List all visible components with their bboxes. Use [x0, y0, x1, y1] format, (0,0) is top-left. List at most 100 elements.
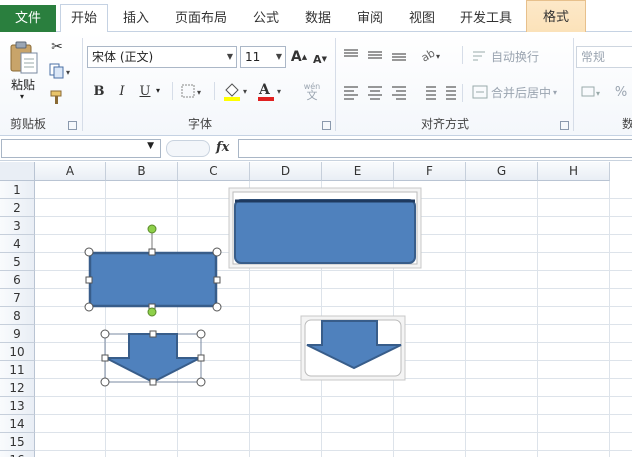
border-icon: ▾ — [181, 84, 201, 98]
number-format-value: 常规 — [581, 50, 606, 64]
tab-developer[interactable]: 开发工具 — [450, 5, 522, 32]
resize-handle[interactable] — [197, 354, 205, 362]
font-size-combo[interactable]: 11 ▼ — [240, 46, 286, 68]
resize-handle[interactable] — [212, 247, 222, 257]
wrap-text-icon — [473, 51, 485, 61]
rotate-handle[interactable] — [147, 224, 157, 234]
cut-icon[interactable]: ✂ — [48, 38, 66, 56]
italic-button[interactable]: I — [113, 82, 131, 100]
resize-handle[interactable] — [101, 354, 109, 362]
divider — [172, 82, 173, 100]
ribbon-tab-bar: 文件 开始 插入 页面布局 公式 数据 审阅 视图 开发工具 格式 — [0, 0, 632, 33]
chevron-down-icon[interactable]: ▼ — [147, 141, 154, 151]
merge-center-button[interactable]: 合并后居中 ▾ — [472, 82, 568, 102]
font-name-value: 宋体 (正文) — [92, 50, 154, 64]
resize-handle[interactable] — [148, 248, 156, 256]
copy-button[interactable]: ▾ — [48, 62, 76, 80]
paste-button[interactable] — [8, 38, 40, 78]
tab-formulas[interactable]: 公式 — [244, 5, 288, 32]
fill-color-button[interactable]: ▾ — [222, 80, 252, 102]
underline-button[interactable]: U — [136, 82, 154, 100]
tab-page-layout[interactable]: 页面布局 — [164, 5, 238, 32]
name-box[interactable]: ▼ — [1, 139, 161, 158]
clipboard-launcher-icon[interactable] — [68, 121, 77, 130]
group-separator — [573, 38, 574, 131]
grow-font-button[interactable]: A ▲ — [290, 46, 308, 68]
insert-function-button[interactable]: fx — [216, 140, 229, 155]
indent-icons[interactable] — [420, 84, 460, 102]
paste-icon — [10, 41, 38, 74]
percent-button[interactable]: % — [612, 82, 630, 102]
orientation-icon[interactable]: ab ▾ — [420, 46, 444, 64]
number-format-combo[interactable]: 常规 — [576, 46, 632, 68]
font-name-combo[interactable]: 宋体 (正文) ▼ — [87, 46, 237, 68]
alignment-launcher-icon[interactable] — [560, 121, 569, 130]
formula-input[interactable] — [238, 139, 632, 158]
accounting-format-icon[interactable]: ▾ — [580, 82, 606, 102]
framed-down-arrow-shape[interactable] — [300, 315, 406, 381]
resize-handle[interactable] — [196, 377, 206, 387]
format-painter-icon[interactable] — [48, 88, 66, 106]
paste-label: 粘贴 — [11, 78, 36, 92]
svg-text:▾: ▾ — [243, 87, 247, 96]
vertical-align-icons[interactable] — [342, 46, 408, 64]
formula-bar: ▼ fx — [0, 137, 632, 161]
font-group-label: 字体 — [187, 117, 212, 131]
paste-dropdown-icon[interactable]: ▾ — [20, 92, 24, 101]
resize-handle[interactable] — [196, 329, 206, 339]
formula-bar-splitter[interactable] — [166, 140, 210, 157]
chevron-down-icon[interactable]: ▾ — [156, 86, 160, 95]
resize-handle[interactable] — [149, 330, 157, 338]
tab-view[interactable]: 视图 — [400, 5, 444, 32]
chevron-down-icon: ▼ — [275, 52, 282, 61]
font-color-button[interactable]: A ▾ — [256, 80, 286, 102]
svg-text:ab: ab — [420, 46, 437, 64]
tab-file[interactable]: 文件 — [0, 5, 56, 32]
rotate-handle[interactable] — [147, 307, 157, 317]
bold-button[interactable]: B — [90, 82, 108, 100]
resize-handle[interactable] — [100, 377, 110, 387]
group-separator — [335, 38, 336, 131]
grow-font-icon: A — [290, 49, 302, 65]
border-button[interactable]: ▾ — [180, 82, 206, 100]
clipboard-group-label: 剪贴板 — [9, 117, 46, 131]
shrink-font-button[interactable]: A ▼ — [311, 48, 329, 70]
resize-handle[interactable] — [84, 302, 94, 312]
shrink-font-icon: A — [313, 52, 322, 66]
copy-icon: ▾ — [49, 63, 70, 79]
tab-insert[interactable]: 插入 — [112, 5, 160, 32]
font-color-icon: A ▾ — [258, 82, 281, 101]
tab-data[interactable]: 数据 — [296, 5, 340, 32]
svg-text:▾: ▾ — [66, 68, 70, 77]
drawing-layer — [84, 187, 422, 387]
resize-handle[interactable] — [100, 329, 110, 339]
divider — [462, 84, 463, 102]
horizontal-align-icons[interactable] — [342, 84, 408, 102]
wrap-text-button[interactable]: 自动换行 — [472, 46, 548, 66]
font-size-value: 11 — [245, 50, 261, 64]
selected-rectangle-shape[interactable] — [84, 224, 222, 317]
font-launcher-icon[interactable] — [322, 121, 331, 130]
chevron-down-icon: ▼ — [226, 52, 233, 61]
resize-handle[interactable] — [212, 302, 222, 312]
svg-text:A: A — [258, 82, 271, 98]
tab-home[interactable]: 开始 — [60, 4, 108, 33]
resize-handle[interactable] — [149, 378, 157, 386]
resize-handle[interactable] — [84, 247, 94, 257]
tab-review[interactable]: 审阅 — [348, 5, 392, 32]
phonetic-char: 文 — [306, 89, 318, 102]
resize-handle[interactable] — [213, 276, 221, 284]
svg-text:▾: ▾ — [197, 88, 201, 97]
svg-text:▾: ▾ — [436, 52, 440, 61]
group-separator — [82, 38, 83, 131]
framed-rectangle-shape[interactable] — [228, 187, 422, 269]
phonetic-button[interactable]: wén 文 — [297, 80, 327, 102]
alignment-group-label: 对齐方式 — [420, 117, 469, 131]
tab-format[interactable]: 格式 — [526, 0, 586, 33]
svg-text:▾: ▾ — [277, 87, 281, 96]
selected-down-arrow-shape[interactable] — [100, 329, 206, 387]
resize-handle[interactable] — [85, 276, 93, 284]
ribbon: 粘贴 ▾ ✂ ▾ 剪贴板 宋体 (正文) ▼ 11 ▼ A ▲ A ▼ B I U … — [0, 32, 632, 136]
number-group-label: 数 — [621, 117, 632, 131]
worksheet-grid[interactable]: ABCDEFGH 12345678910111213141516 — [0, 162, 632, 457]
